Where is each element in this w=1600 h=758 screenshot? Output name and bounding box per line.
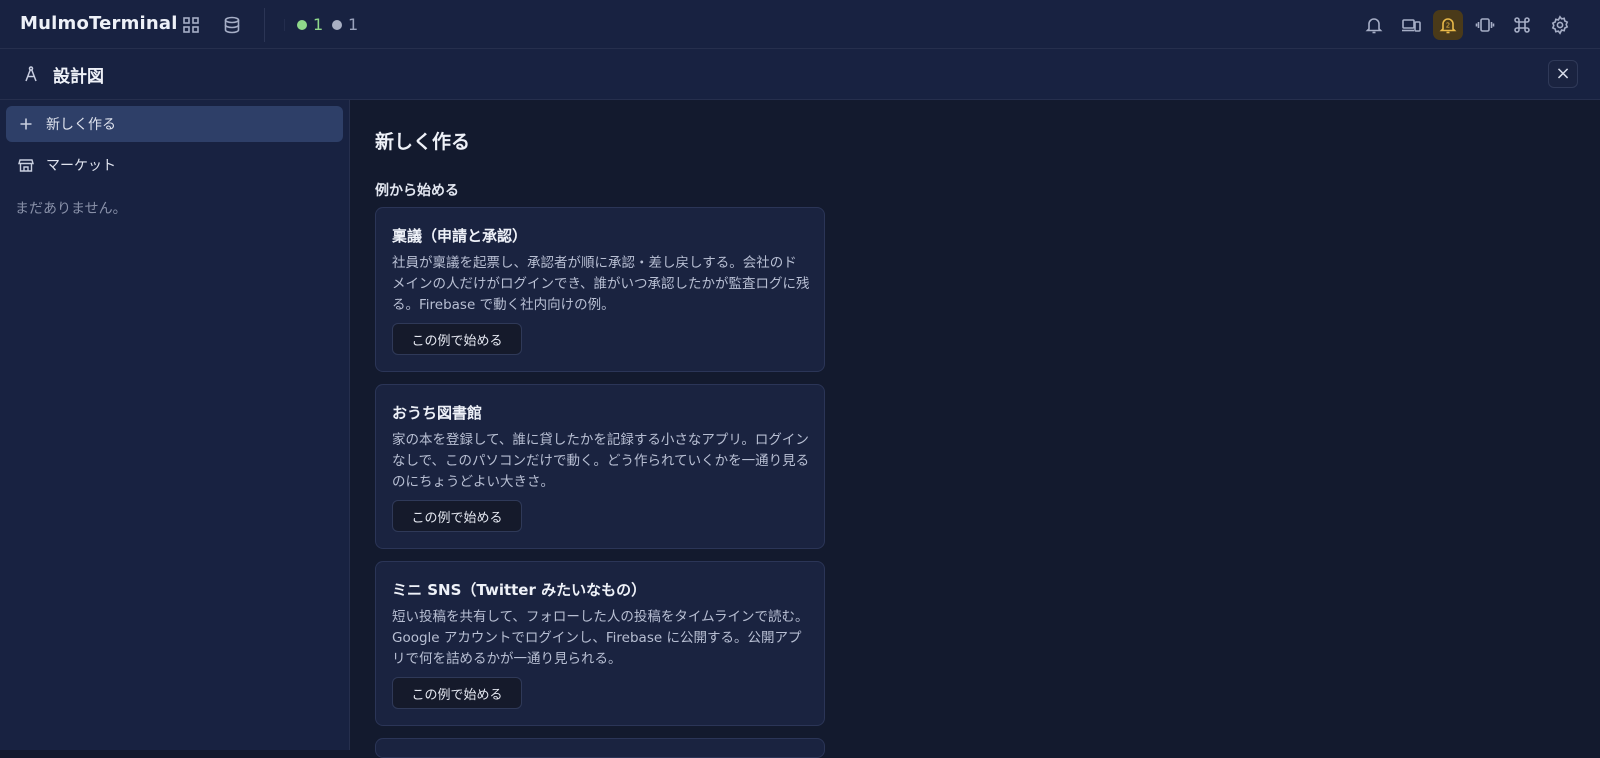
card-description: 短い投稿を共有して、フォローした人の投稿をタイムラインで読む。Google アカ… xyxy=(392,609,809,667)
database-icon[interactable] xyxy=(217,10,247,40)
example-card: ミニ SNS（Twitter みたいなもの） 短い投稿を共有して、フォローした人… xyxy=(375,561,825,726)
sidebar-item-market[interactable]: マーケット xyxy=(6,147,343,183)
start-example-button[interactable]: この例で始める xyxy=(392,500,522,532)
app-title: MulmoTerminal xyxy=(20,13,178,34)
sidebar: 新しく作る マーケット まだありません。 xyxy=(0,100,350,750)
settings-icon[interactable] xyxy=(1545,10,1575,40)
sidebar-empty-text: まだありません。 xyxy=(15,201,127,217)
example-card xyxy=(375,738,825,758)
status-idle-count: 1 xyxy=(348,15,359,34)
start-example-button[interactable]: この例で始める xyxy=(392,323,522,355)
status-dot-gray xyxy=(332,19,342,30)
grid-icon[interactable] xyxy=(176,10,206,40)
top-bar: MulmoTerminal 1 1 2 xyxy=(0,0,1600,49)
status-idle[interactable]: 1 xyxy=(332,15,358,34)
start-example-button[interactable]: この例で始める xyxy=(392,677,522,709)
main-content: 新しく作る 例から始める 稟議（申請と承認） 社員が稟議を起票し、承認者が順に承… xyxy=(351,100,1600,758)
status-running-count: 1 xyxy=(313,15,324,34)
compass-icon xyxy=(22,65,40,83)
example-card: 稟議（申請と承認） 社員が稟議を起票し、承認者が順に承認・差し戻しする。会社のド… xyxy=(375,207,825,372)
bell-badge-icon[interactable]: 2 xyxy=(1433,10,1463,40)
devices-icon[interactable] xyxy=(1396,10,1426,40)
page-title: 設計図 xyxy=(53,67,104,87)
close-button[interactable]: × xyxy=(1548,60,1578,88)
close-icon: × xyxy=(1555,63,1571,84)
card-description: 家の本を登録して、誰に貸したかを記録する小さなアプリ。ログインなしで、このパソコ… xyxy=(392,432,810,490)
status-dot-green xyxy=(297,19,307,30)
sidebar-item-new[interactable]: 新しく作る xyxy=(6,106,343,142)
svg-text:2: 2 xyxy=(1446,22,1450,30)
vibrate-icon[interactable] xyxy=(1470,10,1500,40)
command-icon[interactable] xyxy=(1507,10,1537,40)
plus-icon xyxy=(20,118,32,130)
toolbar-divider xyxy=(284,19,285,31)
sidebar-item-label: マーケット xyxy=(46,158,116,174)
sidebar-item-label: 新しく作る xyxy=(46,117,116,133)
main-title: 新しく作る xyxy=(375,131,471,153)
section-title: 例から始める xyxy=(375,183,459,199)
example-card: おうち図書館 家の本を登録して、誰に貸したかを記録する小さなアプリ。ログインなし… xyxy=(375,384,825,549)
toolbar-divider xyxy=(264,8,265,42)
status-running[interactable]: 1 xyxy=(297,15,323,34)
card-description: 社員が稟議を起票し、承認者が順に承認・差し戻しする。会社のドメインの人だけがログ… xyxy=(392,255,810,313)
bell-icon[interactable] xyxy=(1359,10,1389,40)
card-title: ミニ SNS（Twitter みたいなもの） xyxy=(392,581,647,599)
card-title: 稟議（申請と承認） xyxy=(392,227,528,245)
store-icon xyxy=(18,159,34,172)
page-header: 設計図 × xyxy=(0,49,1600,100)
card-title: おうち図書館 xyxy=(392,404,483,422)
